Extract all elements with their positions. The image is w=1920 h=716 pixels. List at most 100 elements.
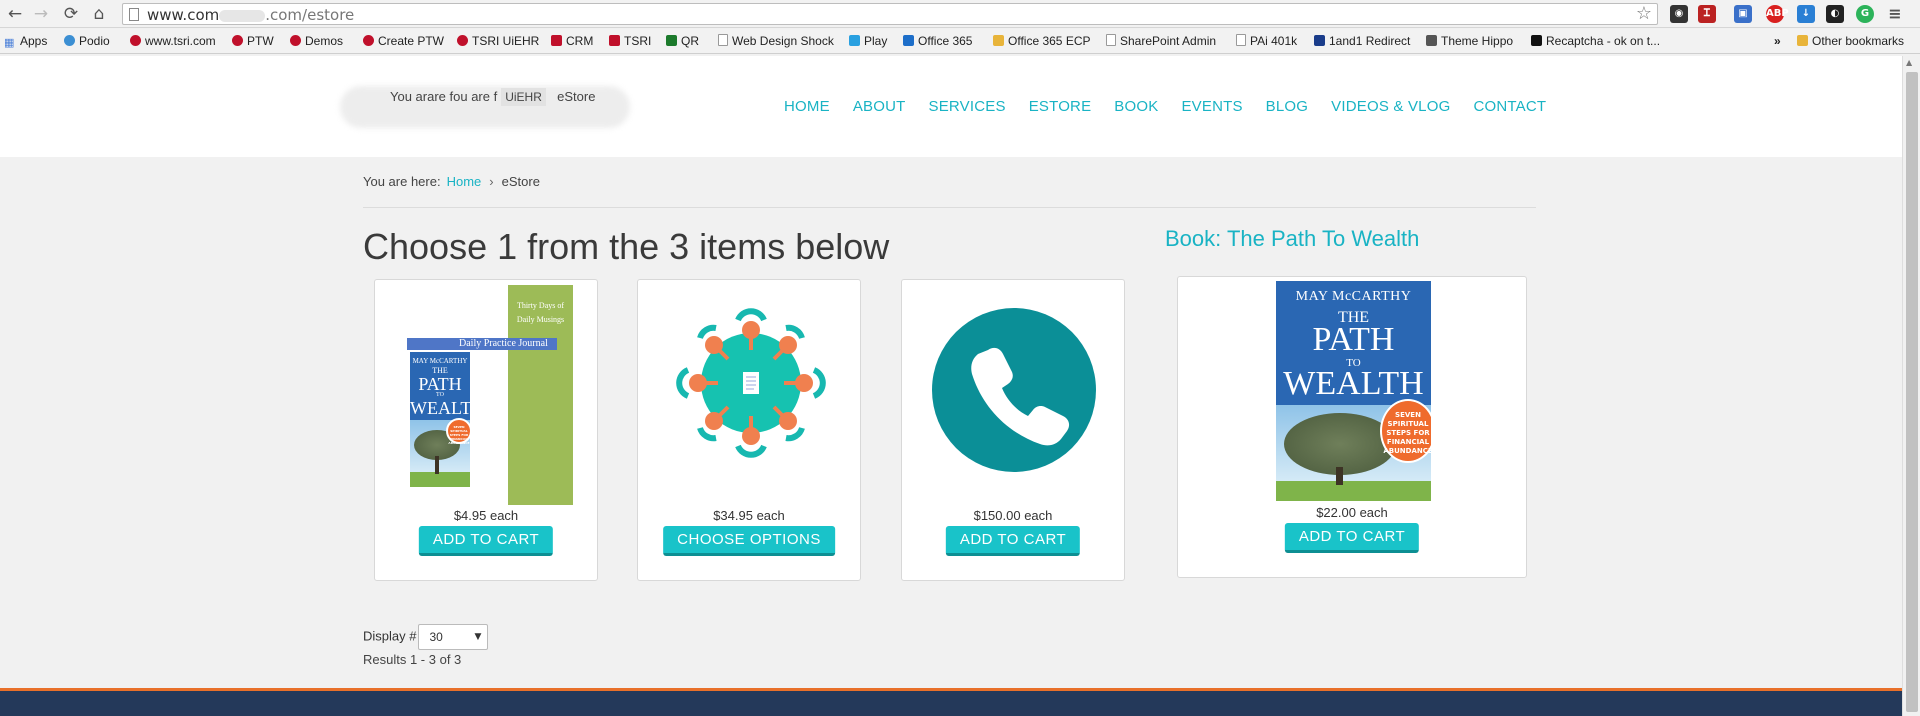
menu-icon[interactable]: ≡ — [1886, 5, 1904, 23]
owl-extension-icon[interactable]: ◉ — [1670, 5, 1688, 23]
bookmark-tsri-uiehr[interactable]: TSRI UiEHR — [457, 33, 539, 50]
clipboard-extension-icon[interactable]: ▣ — [1734, 5, 1752, 23]
bookmark-apps[interactable]: ▦ Apps — [4, 33, 47, 50]
product-card-phone-session: $150.00 each ADD TO CART — [901, 279, 1125, 581]
page-scrollbar[interactable]: ▲ — [1902, 56, 1920, 716]
recaptcha-icon — [1531, 35, 1542, 46]
site-footer — [0, 688, 1902, 716]
page-icon — [1106, 34, 1116, 46]
journal-label: Daily Practice Journal — [407, 338, 557, 350]
product-card-journal-bundle: Thirty Days of Daily Musings Daily Practi… — [374, 279, 598, 581]
main-nav: HOME ABOUT SERVICES ESTORE BOOK EVENTS B… — [784, 98, 1569, 115]
bookmark-other-bookmarks[interactable]: Other bookmarks — [1797, 33, 1904, 50]
bookmark-create-ptw[interactable]: Create PTW — [363, 33, 444, 50]
bookmark-tsri[interactable]: TSRI — [609, 33, 651, 50]
nav-blog[interactable]: BLOG — [1266, 98, 1308, 115]
featured-add-to-cart-button[interactable]: ADD TO CART — [1284, 523, 1420, 553]
product-price: $34.95 each — [713, 508, 785, 523]
page-title: Choose 1 from the 3 items below — [363, 226, 890, 267]
bookmark-play[interactable]: Play — [849, 33, 887, 50]
forward-arrow-icon[interactable]: → — [30, 3, 52, 25]
tsri-icon — [130, 35, 141, 46]
nav-book[interactable]: BOOK — [1114, 98, 1158, 115]
page-icon — [129, 8, 139, 21]
1and1-icon — [1314, 35, 1325, 46]
nav-about[interactable]: ABOUT — [853, 98, 906, 115]
translate-extension-icon[interactable]: Ꮖ — [1698, 5, 1716, 23]
bookmark-office-365[interactable]: Office 365 — [903, 33, 972, 50]
bookmark-ptw[interactable]: PTW — [232, 33, 274, 50]
browser-toolbar: ← → ⟳ ⌂ www.com .com/estore ☆ ◉ Ꮖ ▣ ABP ↓… — [0, 0, 1920, 28]
back-arrow-icon[interactable]: ← — [4, 3, 26, 25]
bookmark-crm[interactable]: CRM — [551, 33, 593, 50]
choose-options-button[interactable]: CHOOSE OPTIONS — [663, 526, 835, 556]
folder-icon — [1797, 35, 1808, 46]
nav-contact[interactable]: CONTACT — [1473, 98, 1546, 115]
reload-icon[interactable]: ⟳ — [60, 3, 82, 25]
download-extension-icon[interactable]: ↓ — [1797, 5, 1815, 23]
crm-icon — [609, 35, 620, 46]
bookmarks-bar: ▦ Apps Podio www.tsri.com PTW Demos Creat… — [0, 29, 1920, 54]
crm-icon — [551, 35, 562, 46]
site-header: You arare fou are f UiEHR eStore HOME ABO… — [0, 56, 1902, 157]
nav-services[interactable]: SERVICES — [929, 98, 1006, 115]
sharepoint-icon — [903, 35, 914, 46]
tsri-icon — [363, 35, 374, 46]
adblock-icon[interactable]: ABP — [1766, 5, 1789, 23]
tsri-icon — [290, 35, 301, 46]
nav-home[interactable]: HOME — [784, 98, 830, 115]
address-bar[interactable]: www.com .com/estore ☆ — [122, 3, 1658, 25]
bookmark-podio[interactable]: Podio — [64, 33, 110, 50]
featured-book-card: MAY McCARTHY THE PATH TO WEALTH SEVEN SPI… — [1177, 276, 1527, 578]
phone-icon[interactable] — [932, 308, 1096, 472]
bookmark-pai-401k[interactable]: PAi 401k — [1236, 33, 1297, 50]
bookmark-office-365-ecp[interactable]: Office 365 ECP — [993, 33, 1091, 50]
display-count: Display #30 ▼ — [363, 624, 489, 650]
add-to-cart-button[interactable]: ADD TO CART — [418, 526, 554, 556]
product-price: $150.00 each — [973, 508, 1053, 523]
grammarly-icon[interactable]: G — [1856, 5, 1874, 23]
bookmark-demos[interactable]: Demos — [290, 33, 343, 50]
page-icon — [718, 34, 728, 46]
bookmark-web-design-shock[interactable]: Web Design Shock — [718, 33, 834, 50]
scrollbar-thumb[interactable] — [1906, 72, 1918, 712]
bookmark-1and1-redirect[interactable]: 1and1 Redirect — [1314, 33, 1410, 50]
meeting-table-icon[interactable] — [676, 308, 826, 458]
hippo-icon — [1426, 35, 1437, 46]
breadcrumb-home-link[interactable]: Home — [447, 174, 482, 189]
nav-videos-vlog[interactable]: VIDEOS & VLOG — [1331, 98, 1450, 115]
display-count-select[interactable]: 30 ▼ — [418, 624, 489, 650]
podio-icon — [64, 35, 75, 46]
mask-extension-icon[interactable]: ◐ — [1826, 5, 1844, 23]
tsri-icon — [232, 35, 243, 46]
bookmark-qr[interactable]: QR — [666, 33, 699, 50]
journal-cover[interactable]: Thirty Days of Daily Musings — [508, 285, 573, 505]
product-card-meeting: $34.95 each CHOOSE OPTIONS — [637, 279, 861, 581]
product-price: $4.95 each — [453, 508, 519, 523]
results-count: Results 1 - 3 of 3 — [363, 652, 462, 667]
bookmarks-overflow-button[interactable]: » — [1774, 33, 1781, 50]
bookmark-recaptcha[interactable]: Recaptcha - ok on t... — [1531, 33, 1660, 50]
folder-icon — [993, 35, 1004, 46]
bookmark-theme-hippo[interactable]: Theme Hippo — [1426, 33, 1513, 50]
qr-icon — [666, 35, 677, 46]
tsri-icon — [457, 35, 468, 46]
divider — [363, 207, 1536, 208]
featured-price: $22.00 each — [1316, 505, 1388, 520]
book-cover-large[interactable]: MAY McCARTHY THE PATH TO WEALTH SEVEN SPI… — [1276, 281, 1431, 501]
breadcrumb: You are here: Home › eStore — [363, 174, 540, 189]
add-to-cart-button[interactable]: ADD TO CART — [945, 526, 1081, 556]
scroll-up-icon[interactable]: ▲ — [1906, 58, 1912, 67]
nav-events[interactable]: EVENTS — [1181, 98, 1242, 115]
book-cover-small[interactable]: MAY McCARTHY THE PATH TO WEALTH SEVENSPI… — [410, 352, 470, 487]
url-text: www.com .com/estore — [147, 6, 355, 24]
bookmark-tsri-com[interactable]: www.tsri.com — [130, 33, 216, 50]
nav-estore[interactable]: ESTORE — [1029, 98, 1092, 115]
home-icon[interactable]: ⌂ — [88, 3, 110, 25]
bookmark-star-icon[interactable]: ☆ — [1636, 3, 1652, 24]
side-title[interactable]: Book: The Path To Wealth — [1165, 226, 1419, 252]
chevron-down-icon: ▼ — [474, 632, 482, 642]
bookmark-sharepoint-admin[interactable]: SharePoint Admin — [1106, 33, 1216, 50]
page-icon — [1236, 34, 1246, 46]
site-logo[interactable]: You arare fou are f UiEHR eStore — [390, 88, 595, 106]
